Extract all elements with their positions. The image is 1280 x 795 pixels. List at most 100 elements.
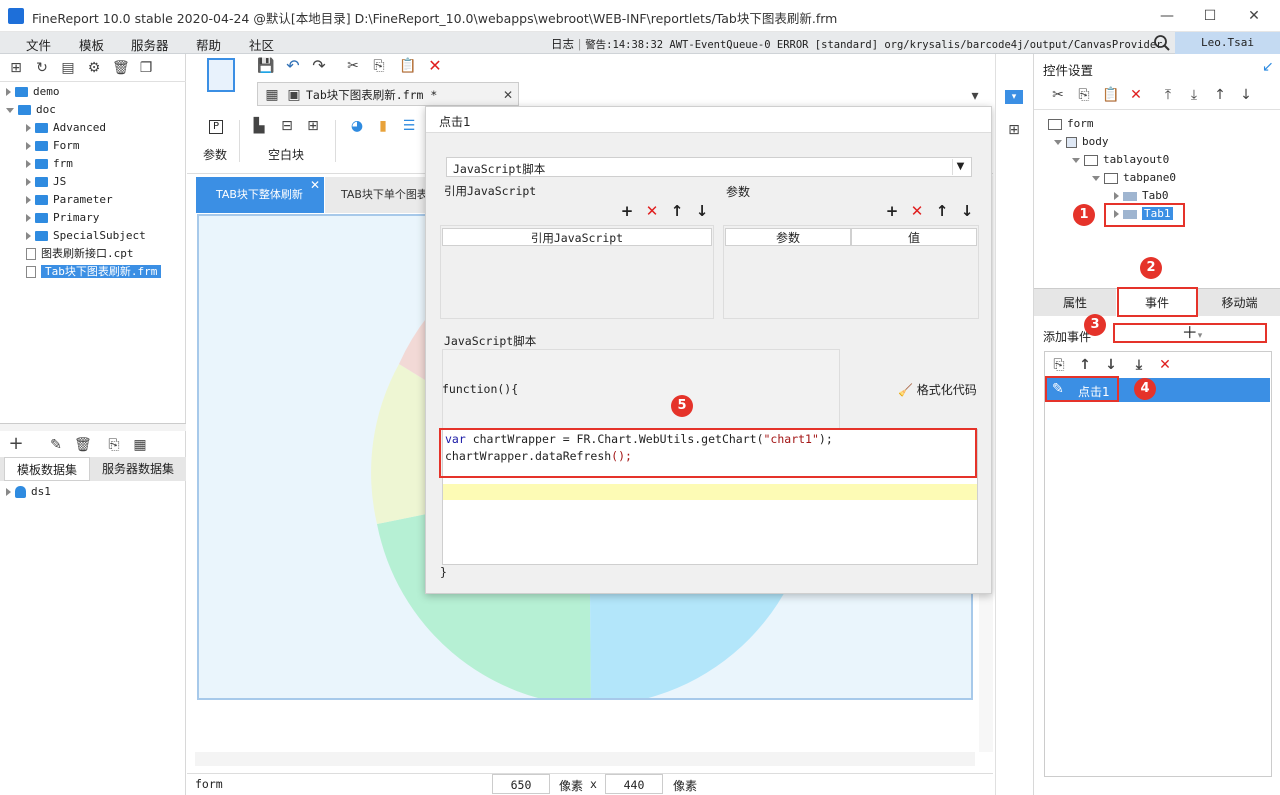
tree-item-demo[interactable]: demo bbox=[6, 83, 60, 101]
tree-item-advanced[interactable]: Advanced bbox=[26, 119, 106, 137]
tab-server-dataset[interactable]: 服务器数据集 bbox=[92, 457, 184, 481]
delete-icon[interactable]: ✕ bbox=[1157, 357, 1173, 373]
pie-chart-icon[interactable]: ◕ bbox=[349, 118, 365, 134]
widget-node-tabpane[interactable]: tabpane0 bbox=[1092, 169, 1176, 187]
tree-item-frm[interactable]: frm bbox=[26, 155, 73, 173]
settings-icon[interactable]: ⚙ bbox=[86, 60, 102, 76]
tree-item-cpt-file[interactable]: 图表刷新接口.cpt bbox=[26, 245, 134, 263]
tree-item-doc[interactable]: doc bbox=[6, 101, 56, 119]
move-bottom-icon[interactable]: ⤓ bbox=[1186, 87, 1202, 103]
window-icon[interactable]: ❐ bbox=[138, 60, 154, 76]
move-down-icon[interactable]: ↓ bbox=[1103, 357, 1119, 373]
expand-icon[interactable]: ▾ bbox=[967, 88, 983, 104]
hbar-chart-icon[interactable]: ☰ bbox=[401, 118, 417, 134]
delete-param-icon[interactable]: ✕ bbox=[909, 203, 925, 219]
tab-properties[interactable]: 属性 bbox=[1034, 289, 1116, 317]
add-param-icon[interactable]: + bbox=[884, 203, 900, 219]
paste-icon[interactable]: 📋 bbox=[399, 58, 416, 74]
delete-icon[interactable]: ✕ bbox=[1128, 87, 1144, 103]
tree-item-js[interactable]: JS bbox=[26, 173, 66, 191]
delete-icon[interactable]: 🗑 bbox=[74, 437, 92, 453]
move-down-icon[interactable]: ↓ bbox=[694, 203, 710, 219]
block-icon[interactable]: ▙ bbox=[251, 118, 267, 134]
move-top-icon[interactable]: ⤒ bbox=[1160, 87, 1176, 103]
horizontal-scrollbar[interactable] bbox=[195, 752, 975, 766]
canvas-tab-active[interactable]: TAB块下整体刷新 bbox=[196, 177, 324, 213]
maximize-icon[interactable]: ☐ bbox=[1200, 6, 1220, 26]
preview-icon[interactable]: ⎘ bbox=[106, 437, 122, 453]
height-unit: 像素 bbox=[673, 779, 698, 793]
title-bar: FineReport 10.0 stable 2020-04-24 @默认[本地… bbox=[0, 0, 1280, 32]
collapse-icon[interactable]: ↙ bbox=[1262, 59, 1274, 75]
save-icon[interactable]: 💾 bbox=[257, 58, 274, 74]
grid-icon[interactable]: ▦ bbox=[132, 437, 148, 453]
tree-item-primary[interactable]: Primary bbox=[26, 209, 99, 227]
widget-node-body[interactable]: body bbox=[1054, 133, 1109, 151]
log-bar[interactable]: 日志 | 警告:14:38:32 AWT-EventQueue-0 ERROR … bbox=[551, 36, 1162, 52]
move-up-icon[interactable]: ↑ bbox=[934, 203, 950, 219]
copy-icon[interactable]: ⎘ bbox=[1076, 87, 1092, 103]
move-down-icon[interactable]: ↓ bbox=[1238, 87, 1254, 103]
close-tab-icon[interactable]: ✕ bbox=[310, 178, 320, 192]
cut-icon[interactable]: ✂ bbox=[1050, 87, 1066, 103]
height-input[interactable]: 440 bbox=[605, 774, 663, 794]
tree-item-specialsubject[interactable]: SpecialSubject bbox=[26, 227, 146, 245]
delete-ref-icon[interactable]: ✕ bbox=[644, 203, 660, 219]
dataset-item[interactable]: ds1 bbox=[6, 483, 51, 501]
move-bottom-icon[interactable]: ⤓ bbox=[1131, 357, 1147, 373]
edit-icon[interactable]: ✎ bbox=[48, 437, 64, 453]
paste-icon[interactable]: 📋 bbox=[1102, 87, 1119, 103]
status-bar: form 650 像素 x 440 像素 bbox=[187, 773, 993, 795]
copy-icon[interactable]: ⎘ bbox=[1051, 357, 1067, 373]
user-name[interactable]: Leo.Tsai bbox=[1175, 32, 1280, 54]
bar-chart-icon[interactable]: ▮ bbox=[375, 118, 391, 134]
search-icon[interactable] bbox=[1153, 34, 1171, 52]
delete-icon[interactable]: ✕ bbox=[427, 58, 443, 74]
table-icon[interactable]: ⊞ bbox=[305, 118, 321, 134]
log-label[interactable]: 日志 bbox=[551, 37, 574, 51]
format-code-button[interactable]: 🧹 格式化代码 bbox=[898, 381, 977, 398]
grid-icon: ▦ bbox=[265, 87, 279, 103]
move-down-icon[interactable]: ↓ bbox=[959, 203, 975, 219]
menu-help[interactable]: 帮助 bbox=[196, 35, 221, 54]
refresh-icon[interactable]: ↻ bbox=[34, 60, 50, 76]
chevron-down-icon[interactable]: ▼ bbox=[952, 159, 968, 175]
menu-community[interactable]: 社区 bbox=[249, 35, 274, 54]
new-folder-icon[interactable]: ⊞ bbox=[8, 60, 24, 76]
cut-icon[interactable]: ✂ bbox=[345, 58, 361, 74]
widget-settings-icon[interactable]: ▾ bbox=[1005, 90, 1023, 104]
design-mode-icon[interactable] bbox=[207, 58, 235, 92]
layout-icon[interactable]: ⊞ bbox=[1006, 122, 1022, 138]
tree-item-frm-file[interactable]: Tab块下图表刷新.frm bbox=[26, 263, 162, 281]
split-icon[interactable]: ⊟ bbox=[279, 118, 295, 134]
tree-item-form[interactable]: Form bbox=[26, 137, 80, 155]
menu-file[interactable]: 文件 bbox=[26, 35, 51, 54]
param-icon[interactable]: P bbox=[209, 120, 223, 134]
delete-icon[interactable]: 🗑 bbox=[112, 60, 130, 76]
widget-node-form[interactable]: form bbox=[1048, 115, 1094, 133]
tab-template-dataset[interactable]: 模板数据集 bbox=[4, 457, 90, 481]
menu-template[interactable]: 模板 bbox=[79, 35, 104, 54]
copy-icon[interactable]: ⎘ bbox=[371, 58, 387, 74]
move-up-icon[interactable]: ↑ bbox=[1077, 357, 1093, 373]
close-tab-icon[interactable]: ✕ bbox=[500, 87, 516, 103]
menu-server[interactable]: 服务器 bbox=[131, 35, 169, 54]
tree-item-parameter[interactable]: Parameter bbox=[26, 191, 113, 209]
widget-node-tablayout[interactable]: tablayout0 bbox=[1072, 151, 1169, 169]
redo-icon[interactable]: ↷ bbox=[311, 58, 327, 74]
document-icon[interactable]: ▤ bbox=[60, 60, 76, 76]
splitter[interactable] bbox=[0, 423, 186, 431]
value-column: 值 bbox=[851, 228, 977, 246]
editor-tab[interactable]: ▦ ▣ Tab块下图表刷新.frm * ✕ bbox=[257, 82, 519, 106]
close-icon[interactable]: ✕ bbox=[1244, 6, 1264, 26]
move-up-icon[interactable]: ↑ bbox=[1212, 87, 1228, 103]
canvas-tab[interactable]: TAB块下单个图表 bbox=[325, 177, 425, 213]
add-ref-icon[interactable]: + bbox=[619, 203, 635, 219]
tab-mobile[interactable]: 移动端 bbox=[1198, 289, 1280, 317]
script-type-select[interactable]: JavaScript脚本 ▼ bbox=[446, 157, 972, 177]
minimize-icon[interactable]: — bbox=[1157, 6, 1177, 26]
undo-icon[interactable]: ↶ bbox=[285, 58, 301, 74]
add-icon[interactable]: + bbox=[8, 435, 24, 453]
move-up-icon[interactable]: ↑ bbox=[669, 203, 685, 219]
width-input[interactable]: 650 bbox=[492, 774, 550, 794]
